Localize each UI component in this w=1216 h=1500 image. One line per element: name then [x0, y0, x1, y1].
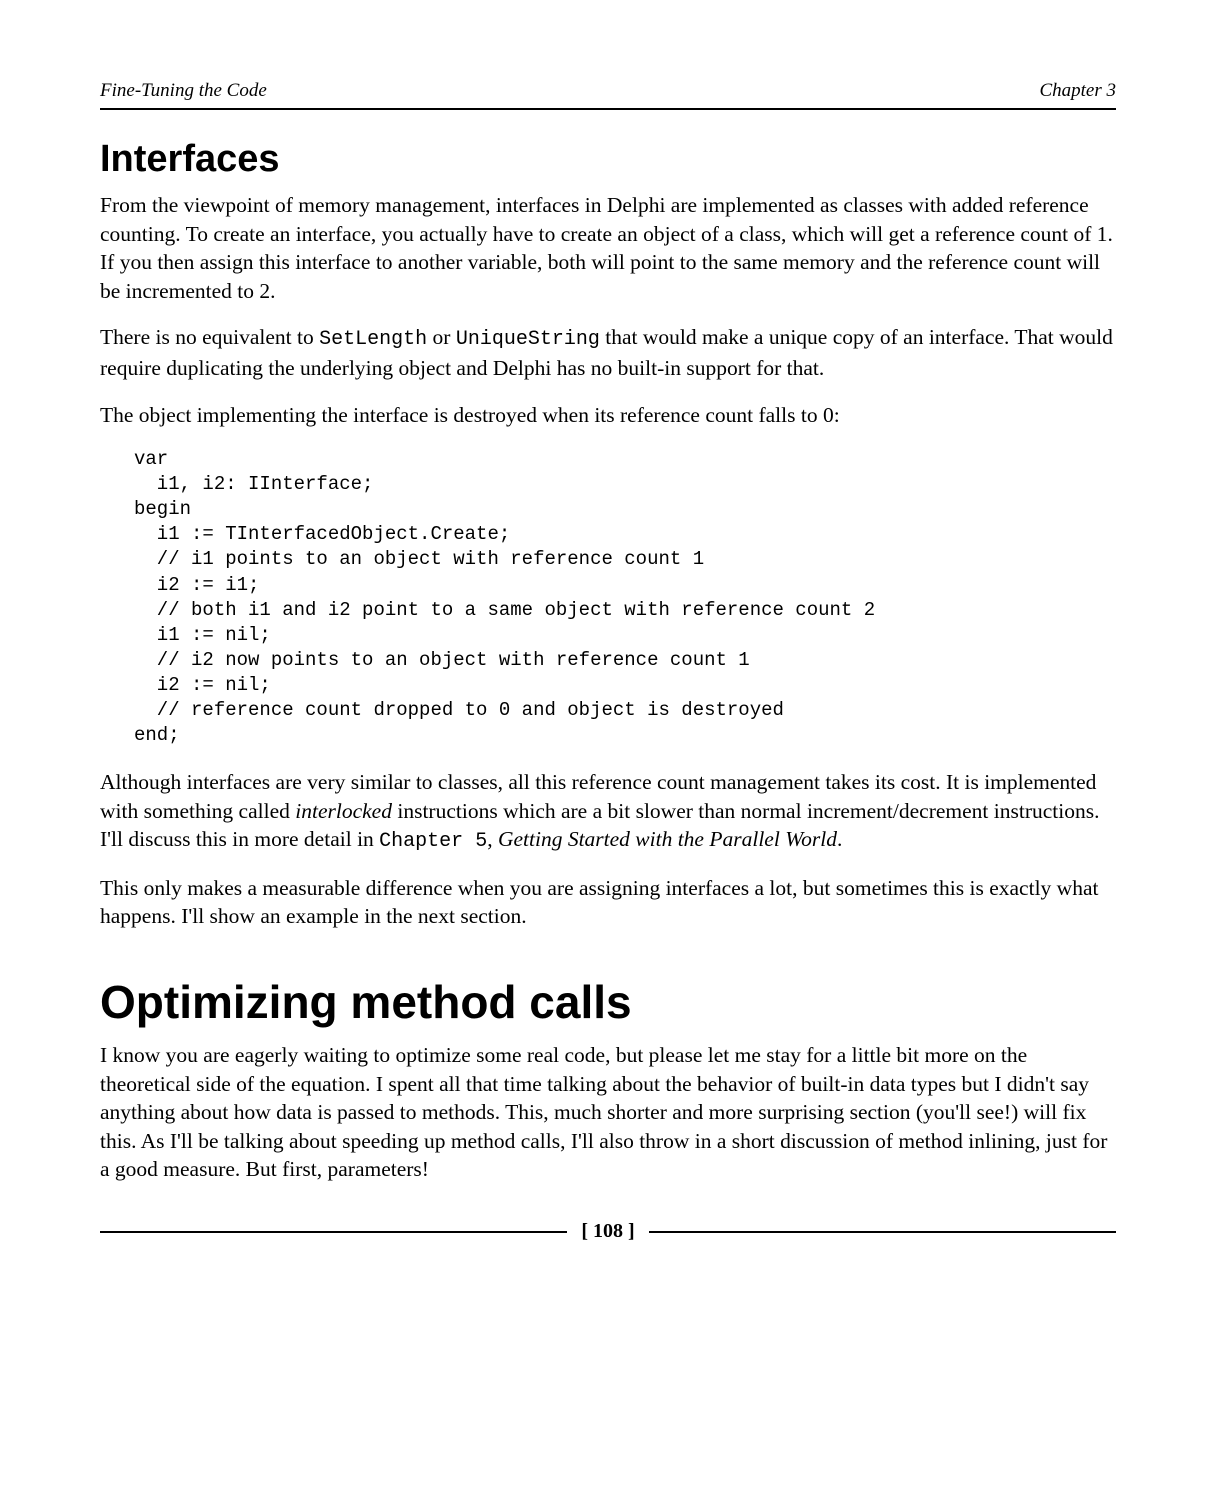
inline-code: SetLength [319, 328, 427, 351]
running-header: Fine-Tuning the Code Chapter 3 [100, 80, 1116, 110]
footer-rule-right [649, 1231, 1116, 1233]
text: or [427, 325, 456, 349]
page-footer: [ 108 ] [100, 1220, 1116, 1243]
page-number: [ 108 ] [581, 1220, 634, 1243]
emphasis: Getting Started with the Parallel World [498, 827, 837, 851]
page: Fine-Tuning the Code Chapter 3 Interface… [0, 0, 1216, 1500]
text: There is no equivalent to [100, 325, 319, 349]
inline-code: UniqueString [456, 328, 600, 351]
emphasis: interlocked [295, 799, 392, 823]
paragraph: There is no equivalent to SetLength or U… [100, 323, 1116, 382]
text: . [837, 827, 842, 851]
paragraph: Although interfaces are very similar to … [100, 768, 1116, 856]
running-header-right: Chapter 3 [1039, 80, 1116, 102]
heading-interfaces: Interfaces [100, 138, 1116, 181]
running-header-left: Fine-Tuning the Code [100, 80, 267, 102]
paragraph: From the viewpoint of memory management,… [100, 191, 1116, 305]
paragraph: I know you are eagerly waiting to optimi… [100, 1041, 1116, 1184]
paragraph: This only makes a measurable difference … [100, 874, 1116, 931]
text: , [487, 827, 498, 851]
heading-optimizing: Optimizing method calls [100, 975, 1116, 1029]
paragraph: The object implementing the interface is… [100, 401, 1116, 430]
code-block: var i1, i2: IInterface; begin i1 := TInt… [134, 447, 1116, 748]
inline-code: Chapter 5 [379, 830, 487, 853]
footer-rule-left [100, 1231, 567, 1233]
